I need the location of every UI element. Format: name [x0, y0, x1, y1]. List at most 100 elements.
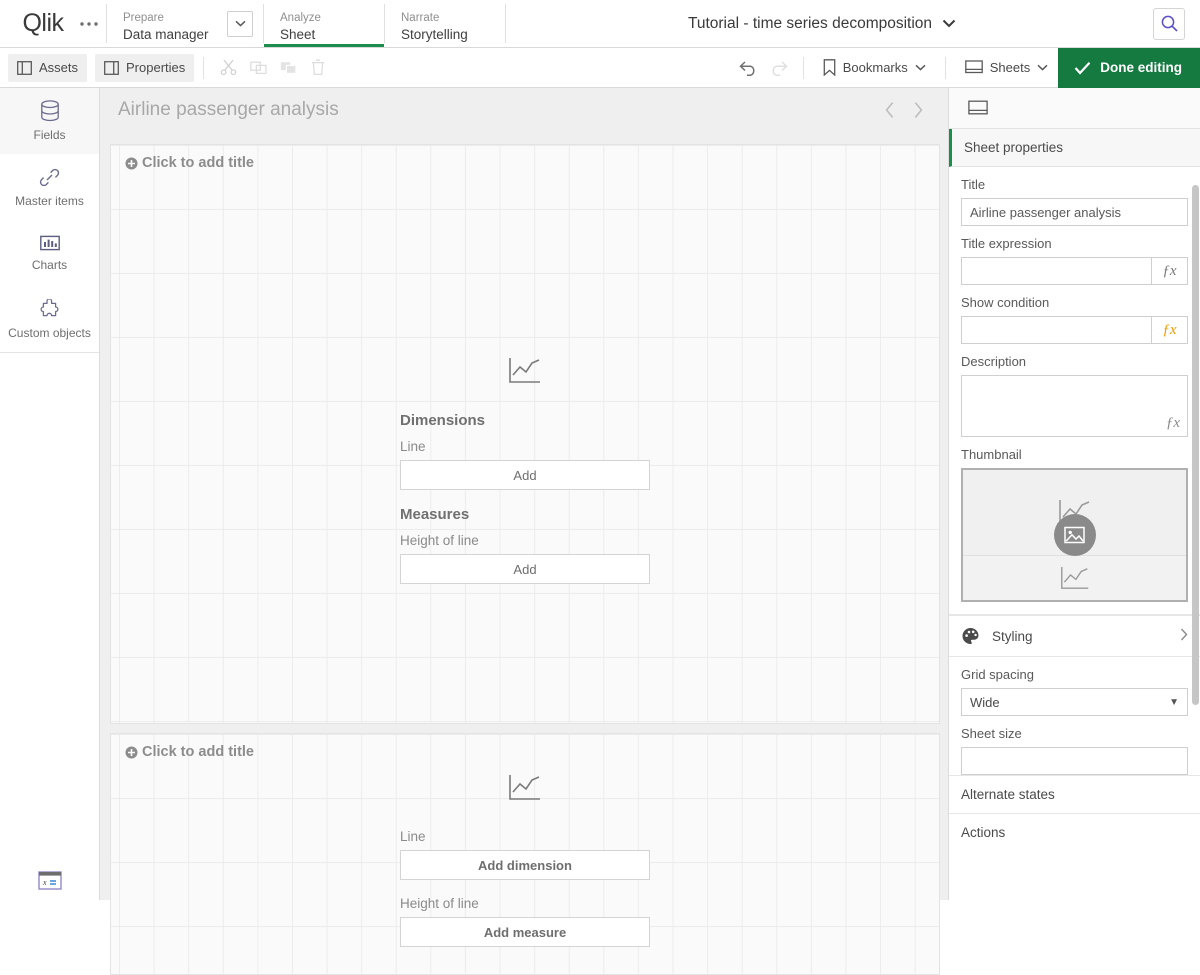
object-2-title-label: Click to add title [142, 744, 254, 760]
dimension-field-label: Line [400, 829, 650, 844]
nav-item-narrate[interactable]: Narrate Storytelling [385, 0, 505, 47]
sidebar-item-master-items-label: Master items [15, 194, 84, 208]
add-dimension-button[interactable]: Add [400, 460, 650, 490]
caret-down-icon: ▼ [1169, 697, 1179, 708]
bookmarks-button[interactable]: Bookmarks [813, 53, 936, 83]
assets-panel-icon [17, 61, 32, 75]
sheet-icon [968, 100, 988, 117]
properties-panel-scrollbar[interactable] [1192, 185, 1199, 705]
add-measure-button[interactable]: Add measure [400, 917, 650, 947]
title-expression-field-group: Title expression ƒx [949, 226, 1200, 285]
nav-item-prepare-kicker: Prepare [123, 11, 211, 26]
actions-row[interactable]: Actions [949, 813, 1200, 851]
grid-spacing-value: Wide [970, 695, 1000, 710]
redo-button[interactable] [764, 54, 794, 82]
done-editing-label: Done editing [1100, 60, 1182, 75]
cut-button[interactable] [213, 54, 243, 82]
show-condition-field-group: Show condition ƒx [949, 285, 1200, 344]
add-dimension-button[interactable]: Add dimension [400, 850, 650, 880]
svg-text:x: x [42, 878, 47, 887]
properties-toggle-label: Properties [126, 60, 185, 75]
title-expression-label: Title expression [961, 236, 1188, 251]
description-field-group: Description ƒx [949, 344, 1200, 437]
sheets-label: Sheets [990, 60, 1030, 75]
sidebar-item-fields[interactable]: Fields [0, 88, 99, 154]
nav-item-prepare-title: Data manager [123, 26, 211, 43]
sidebar-item-master-items[interactable]: Master items [0, 154, 99, 220]
sidebar-item-charts-label: Charts [32, 258, 67, 272]
thumbnail-change-image-button[interactable] [1054, 514, 1096, 556]
nav-item-narrate-title: Storytelling [401, 26, 489, 43]
tab-sheet-properties[interactable] [963, 93, 993, 123]
nav-item-prepare[interactable]: Prepare Data manager [107, 0, 227, 47]
chevron-left-icon [884, 101, 896, 119]
qlik-logo-text: Qlik [22, 11, 63, 36]
object-1-add-title[interactable]: Click to add title [125, 155, 254, 171]
sidebar-item-charts[interactable]: Charts [0, 220, 99, 286]
chart-object-1[interactable]: Click to add title Dimensions Line Add M… [110, 144, 940, 724]
sheet-size-select[interactable] [961, 747, 1188, 775]
object-1-title-label: Click to add title [142, 155, 254, 171]
expression-editor-button[interactable]: x [0, 870, 100, 892]
line-chart-icon [508, 774, 542, 802]
qlik-logo[interactable]: Qlik [0, 0, 72, 47]
object-2-placeholder: Line Add dimension Height of line Add me… [111, 774, 939, 963]
nav-item-analyze-kicker: Analyze [280, 11, 368, 26]
add-measure-button[interactable]: Add [400, 554, 650, 584]
properties-panel-body: Title Airline passenger analysis Title e… [949, 167, 1200, 900]
grid-spacing-select[interactable]: Wide ▼ [961, 688, 1188, 716]
chart-object-2[interactable]: Click to add title Line Add dimension He… [110, 733, 940, 975]
properties-toggle-button[interactable]: Properties [95, 54, 194, 82]
chevron-right-icon [1180, 628, 1188, 644]
bookmarks-label: Bookmarks [843, 60, 908, 75]
delete-button[interactable] [303, 54, 333, 82]
thumbnail-field-group: Thumbnail [949, 437, 1200, 602]
done-editing-button[interactable]: Done editing [1058, 48, 1200, 88]
image-placeholder-icon [1064, 526, 1085, 544]
nav-item-analyze[interactable]: Analyze Sheet [264, 0, 384, 47]
document-title-dropdown[interactable]: Tutorial - time series decomposition [506, 0, 1138, 47]
paste-button[interactable] [273, 54, 303, 82]
title-input[interactable]: Airline passenger analysis [961, 198, 1188, 226]
puzzle-icon [39, 299, 61, 320]
properties-panel-icon [104, 61, 119, 75]
line-chart-icon [508, 357, 542, 385]
description-textarea[interactable]: ƒx [961, 375, 1188, 437]
show-condition-label: Show condition [961, 295, 1188, 310]
title-expression-fx-button[interactable]: ƒx [1151, 258, 1187, 284]
sheet-title: Airline passenger analysis [118, 99, 876, 121]
plus-circle-icon [125, 157, 138, 170]
title-field-group: Title Airline passenger analysis [949, 167, 1200, 226]
undo-button[interactable] [734, 54, 764, 82]
styling-row[interactable]: Styling [949, 615, 1200, 657]
search-icon [1160, 14, 1179, 33]
dimension-field-label: Line [400, 439, 650, 454]
sidebar-item-custom-objects[interactable]: Custom objects [0, 286, 99, 352]
more-options-icon[interactable] [72, 0, 106, 47]
grid-spacing-label: Grid spacing [961, 667, 1188, 682]
description-fx-button[interactable]: ƒx [1166, 415, 1180, 432]
bar-chart-icon [40, 234, 60, 252]
measures-heading: Measures [400, 506, 650, 523]
check-icon [1074, 61, 1091, 75]
object-2-chart-icon [508, 774, 542, 807]
link-icon [39, 167, 60, 188]
edit-toolbar: Assets Properties [0, 48, 1200, 88]
prepare-dropdown-button[interactable] [227, 11, 253, 37]
show-condition-fx-button[interactable]: ƒx [1151, 317, 1187, 343]
object-2-add-title[interactable]: Click to add title [125, 744, 254, 760]
copy-icon [250, 59, 267, 76]
thumbnail-preview[interactable] [961, 468, 1188, 602]
next-sheet-button[interactable] [904, 96, 932, 124]
document-title: Tutorial - time series decomposition [688, 15, 932, 33]
assets-toggle-button[interactable]: Assets [8, 54, 87, 82]
nav-item-narrate-kicker: Narrate [401, 11, 489, 26]
copy-button[interactable] [243, 54, 273, 82]
previous-sheet-button[interactable] [876, 96, 904, 124]
object-1-chart-icon [508, 357, 542, 390]
thumbnail-label: Thumbnail [961, 447, 1188, 462]
sidebar-item-fields-label: Fields [33, 128, 65, 142]
search-button[interactable] [1153, 8, 1185, 40]
sheets-button[interactable]: Sheets [955, 53, 1058, 83]
alternate-states-row[interactable]: Alternate states [949, 775, 1200, 813]
